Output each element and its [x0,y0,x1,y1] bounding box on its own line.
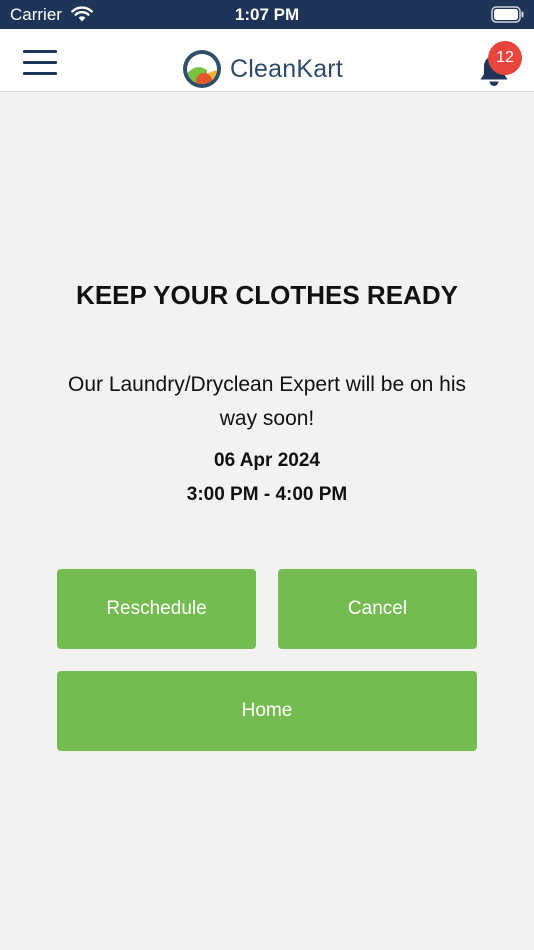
hamburger-menu-icon [23,50,57,83]
pickup-time-slot: 3:00 PM - 4:00 PM [186,484,348,505]
logo-icon [183,50,221,88]
status-bar: Carrier 1:07 PM [0,0,534,29]
notification-count-badge: 12 [488,41,522,75]
logo-text: CleanKart [230,55,343,83]
confirmation-headline: KEEP YOUR CLOTHES READY [76,280,458,310]
home-button[interactable]: Home [57,671,477,751]
cancel-button[interactable]: Cancel [278,569,477,649]
top-navigation-bar: CleanKart [0,29,534,92]
battery-icon [491,6,524,23]
menu-button[interactable] [18,46,62,76]
pickup-date: 06 Apr 2024 [214,450,320,471]
status-time: 1:07 PM [234,5,300,24]
confirmation-message: Our Laundry/Dryclean Expert will be on h… [67,373,466,430]
reschedule-button[interactable]: Reschedule [57,569,256,649]
